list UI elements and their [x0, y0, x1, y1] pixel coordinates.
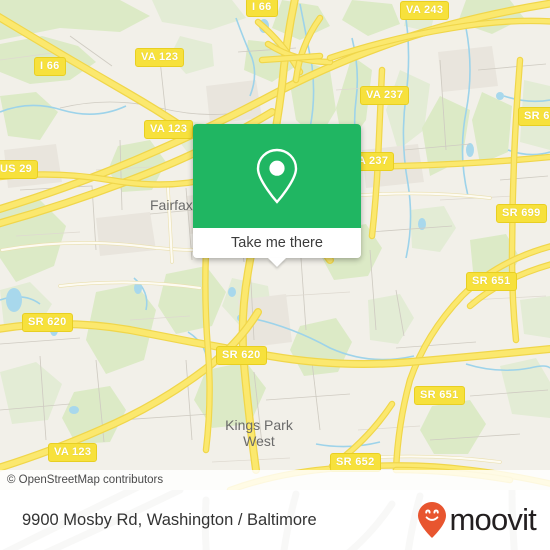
popup-header: [193, 124, 361, 228]
moovit-wordmark: moovit: [449, 502, 536, 537]
location-popup[interactable]: Take me there: [193, 124, 361, 267]
place-label-fairfax: Fairfax: [150, 197, 193, 213]
footer-address: 9900 Mosby Rd, Washington / Baltimore: [22, 510, 317, 529]
road-shield: SR 620: [216, 346, 267, 365]
map-screenshot: .pk { fill:#dceac6; } .pk2 { fill:#e3ecd…: [0, 0, 550, 550]
road-shield: SR 699: [518, 107, 550, 126]
take-me-there-label: Take me there: [231, 235, 323, 251]
popup-pointer-tail: [268, 258, 286, 267]
road-shield: SR 620: [22, 313, 73, 332]
footer-bar: 9900 Mosby Rd, Washington / Baltimore mo…: [0, 490, 550, 550]
map-canvas[interactable]: .pk { fill:#dceac6; } .pk2 { fill:#e3ecd…: [0, 0, 550, 490]
moovit-logo[interactable]: moovit: [417, 490, 537, 550]
road-shield: I 66: [34, 57, 66, 76]
road-shield: SR 699: [496, 204, 547, 223]
road-shield: VA 243: [400, 1, 450, 20]
map-attribution[interactable]: © OpenStreetMap contributors: [0, 470, 550, 490]
road-shield: VA 123: [48, 443, 98, 462]
road-shield: SR 651: [414, 386, 465, 405]
moovit-pin-icon: [418, 502, 447, 538]
road-shield: VA 123: [135, 48, 185, 67]
road-shield: SR 651: [466, 272, 517, 291]
take-me-there-button[interactable]: Take me there: [193, 228, 361, 258]
road-shield: I 66: [246, 0, 278, 17]
place-label-kings-park-west: Kings Park West: [225, 417, 293, 449]
road-shield: VA 123: [144, 120, 194, 139]
road-shield: VA 237: [360, 86, 410, 105]
map-pin-icon: [256, 148, 298, 204]
road-shield: US 29: [0, 160, 39, 179]
